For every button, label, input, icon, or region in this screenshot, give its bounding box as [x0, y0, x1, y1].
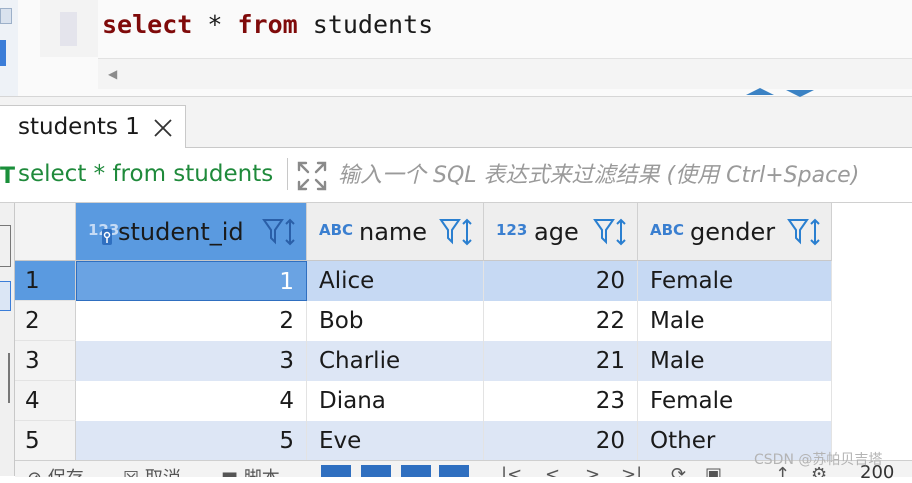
- type-text-icon: ABC: [650, 221, 685, 239]
- table-cell[interactable]: Charlie: [307, 341, 484, 381]
- table-cell[interactable]: 5: [76, 421, 307, 461]
- prev-page-icon[interactable]: <: [545, 464, 560, 477]
- table-cell[interactable]: Diana: [307, 381, 484, 421]
- table-cell[interactable]: Female: [638, 261, 832, 301]
- row-number[interactable]: 3: [15, 341, 76, 381]
- filter-sort-icon[interactable]: [593, 217, 629, 247]
- row-number[interactable]: 4: [15, 381, 76, 421]
- table-cell[interactable]: 1: [76, 261, 307, 301]
- script-button[interactable]: ■ 脚本: [221, 464, 280, 477]
- tab-label: students 1: [18, 114, 140, 140]
- sql-keyword-from: from: [237, 10, 298, 39]
- layout-icon[interactable]: ▣: [705, 464, 722, 477]
- grid-view-icon[interactable]: [0, 225, 11, 267]
- cancel-button[interactable]: ☒ 取消: [123, 464, 181, 477]
- row-number[interactable]: 2: [15, 301, 76, 341]
- sql-star: *: [207, 10, 223, 39]
- restore-down-icon[interactable]: [786, 90, 814, 97]
- side-panel-strip[interactable]: [0, 203, 15, 476]
- table-cell[interactable]: Male: [638, 341, 832, 381]
- text-view-icon[interactable]: [0, 353, 10, 403]
- column-header-age[interactable]: 123 age: [484, 203, 638, 261]
- table-cell[interactable]: 20: [484, 421, 638, 461]
- filter-sort-icon[interactable]: [439, 217, 475, 247]
- filter-query-label: select * from students: [18, 161, 274, 187]
- row-number[interactable]: 5: [15, 421, 76, 461]
- column-name: student_id: [118, 218, 244, 246]
- type-text-icon: ABC: [319, 221, 354, 239]
- table-cell[interactable]: Bob: [307, 301, 484, 341]
- last-page-icon[interactable]: >|: [621, 464, 642, 477]
- table-cell[interactable]: Alice: [307, 261, 484, 301]
- sql-editor[interactable]: select * from students ◀: [0, 0, 912, 97]
- table-cell[interactable]: 22: [484, 301, 638, 341]
- table-cell[interactable]: 21: [484, 341, 638, 381]
- filter-divider: [287, 158, 288, 190]
- close-icon[interactable]: [152, 117, 174, 139]
- sql-table-name: students: [312, 10, 434, 39]
- key-icon: [102, 229, 112, 245]
- column-header-name[interactable]: ABC name: [307, 203, 484, 261]
- copy-row-icon[interactable]: [361, 465, 391, 477]
- result-grid[interactable]: 123 student_id ABC name 123 age ABC gend…: [15, 203, 912, 476]
- editor-marker-icon: [0, 8, 12, 24]
- watermark: CSDN @苏帕贝吉塔: [754, 452, 883, 468]
- table-cell[interactable]: 3: [76, 341, 307, 381]
- editor-horizontal-scrollbar[interactable]: ◀: [98, 58, 912, 89]
- table-cell[interactable]: Eve: [307, 421, 484, 461]
- row-number[interactable]: 1: [15, 261, 76, 301]
- record-view-icon[interactable]: [0, 281, 11, 311]
- table-cell[interactable]: Male: [638, 301, 832, 341]
- maximize-up-icon[interactable]: [746, 88, 774, 95]
- filter-bar: T select * from students: [0, 148, 912, 203]
- editor-bookmark-icon: [0, 40, 6, 66]
- refresh-icon[interactable]: ⟳: [671, 464, 686, 477]
- next-page-icon[interactable]: >: [585, 464, 600, 477]
- expand-icon[interactable]: [296, 160, 328, 192]
- table-cell[interactable]: 20: [484, 261, 638, 301]
- tab-students-1[interactable]: students 1: [0, 105, 186, 148]
- column-name: age: [534, 218, 579, 246]
- sql-code[interactable]: select * from students: [102, 10, 433, 39]
- column-header-gender[interactable]: ABC gender: [638, 203, 832, 261]
- delete-row-icon[interactable]: [401, 465, 431, 477]
- column-name: name: [359, 218, 428, 246]
- table-cell[interactable]: Female: [638, 381, 832, 421]
- grid-corner[interactable]: [15, 203, 76, 261]
- scroll-left-icon[interactable]: ◀: [108, 67, 117, 81]
- filter-sort-icon[interactable]: [787, 217, 823, 247]
- edit-row-icon[interactable]: [439, 465, 469, 477]
- column-header-student-id[interactable]: 123 student_id: [76, 203, 307, 261]
- sql-keyword-select: select: [102, 10, 193, 39]
- table-cell[interactable]: 4: [76, 381, 307, 421]
- result-tabbar: students 1: [0, 97, 912, 148]
- filter-sort-icon[interactable]: [262, 217, 298, 247]
- type-numeric-icon: 123: [496, 221, 528, 239]
- add-row-icon[interactable]: [321, 465, 351, 477]
- filter-text-icon: T: [0, 164, 16, 189]
- first-page-icon[interactable]: |<: [501, 464, 522, 477]
- table-cell[interactable]: 23: [484, 381, 638, 421]
- filter-input[interactable]: [338, 158, 908, 192]
- editor-caret: [60, 12, 77, 46]
- column-name: gender: [690, 218, 776, 246]
- editor-gutter: [0, 0, 18, 96]
- save-button[interactable]: ⊘ 保存: [27, 464, 84, 477]
- table-cell[interactable]: 2: [76, 301, 307, 341]
